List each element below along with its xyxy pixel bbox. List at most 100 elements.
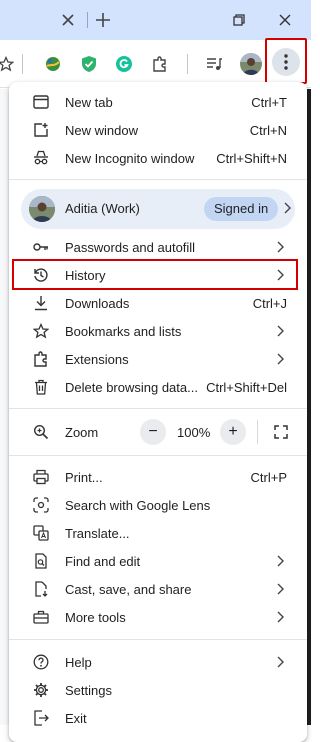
- chevron-right-icon: [275, 655, 285, 669]
- translate-icon: [33, 525, 49, 541]
- menu-item-incognito[interactable]: New Incognito window Ctrl+Shift+N: [9, 144, 307, 172]
- zoom-icon: [33, 424, 49, 440]
- menu-item-google-lens[interactable]: Search with Google Lens: [9, 491, 307, 519]
- zoom-value: 100%: [177, 425, 211, 440]
- puzzle-icon: [33, 351, 49, 367]
- menu-item-label: Extensions: [65, 351, 129, 367]
- grammarly-icon[interactable]: [110, 50, 138, 78]
- fullscreen-button[interactable]: [268, 419, 294, 445]
- gear-icon: [33, 682, 49, 698]
- menu-item-label: Passwords and autofill: [65, 239, 196, 255]
- zoom-out-button[interactable]: −: [140, 419, 166, 445]
- shortcut: Ctrl+Shift+N: [216, 150, 287, 166]
- cast-save-icon: [33, 581, 49, 597]
- toolbox-icon: [33, 609, 49, 625]
- toolbar-divider: [187, 54, 188, 74]
- menu-item-more-tools[interactable]: More tools: [9, 603, 307, 631]
- menu-item-delete-browsing-data[interactable]: Delete browsing data... Ctrl+Shift+Del: [9, 373, 307, 401]
- fullscreen-icon: [274, 425, 288, 439]
- menu-item-cast-save-share[interactable]: Cast, save, and share: [9, 575, 307, 603]
- chevron-right-icon: [275, 240, 285, 254]
- menu-item-label: Settings: [65, 682, 112, 698]
- menu-item-label: Downloads: [65, 295, 130, 311]
- trash-icon: [33, 379, 49, 395]
- menu-item-settings[interactable]: Settings: [9, 676, 307, 704]
- menu-divider: [9, 639, 307, 640]
- chrome-main-menu: New tab Ctrl+T New window Ctrl+N New Inc…: [9, 82, 307, 742]
- menu-item-label: New window: [65, 122, 138, 138]
- shortcut: Ctrl+J: [252, 295, 287, 311]
- bookmark-star-icon[interactable]: [0, 50, 20, 78]
- chevron-right-icon: [275, 582, 285, 596]
- incognito-icon: [33, 150, 49, 166]
- menu-item-passwords[interactable]: Passwords and autofill: [9, 233, 307, 261]
- menu-item-label: New Incognito window: [65, 150, 195, 166]
- menu-divider: [9, 455, 307, 456]
- more-menu-icon[interactable]: [272, 48, 300, 76]
- profile-avatar[interactable]: [237, 50, 265, 78]
- menu-item-bookmarks[interactable]: Bookmarks and lists: [9, 317, 307, 345]
- help-icon: [33, 654, 49, 670]
- restore-icon[interactable]: [222, 4, 256, 36]
- profile-row[interactable]: Aditia (Work) Signed in: [21, 189, 295, 229]
- new-tab-icon: [33, 94, 49, 110]
- menu-item-extensions[interactable]: Extensions: [9, 345, 307, 373]
- chevron-right-icon: [275, 324, 285, 338]
- star-icon: [33, 323, 49, 339]
- avatar: [29, 196, 55, 222]
- menu-item-label: Find and edit: [65, 553, 141, 569]
- close-tab-icon[interactable]: [51, 4, 85, 36]
- menu-item-exit[interactable]: Exit: [9, 704, 307, 732]
- menu-item-label: More tools: [65, 609, 126, 625]
- chevron-right-icon: [275, 352, 285, 366]
- menu-item-new-window[interactable]: New window Ctrl+N: [9, 116, 307, 144]
- media-queue-icon[interactable]: [200, 50, 228, 78]
- find-edit-icon: [33, 553, 49, 569]
- menu-item-label: Print...: [65, 469, 103, 485]
- key-icon: [33, 239, 49, 255]
- download-icon: [33, 295, 49, 311]
- menu-divider: [9, 179, 307, 180]
- shortcut: Ctrl+P: [250, 469, 287, 485]
- menu-item-label: New tab: [65, 94, 113, 110]
- menu-item-help[interactable]: Help: [9, 648, 307, 676]
- shortcut: Ctrl+Shift+Del: [206, 379, 287, 395]
- close-window-icon[interactable]: [268, 4, 302, 36]
- zoom-divider: [257, 420, 258, 444]
- signed-in-badge: Signed in: [204, 197, 279, 221]
- printer-icon: [33, 469, 49, 485]
- plus-icon: +: [228, 423, 238, 440]
- chevron-right-icon: [275, 610, 285, 624]
- new-window-icon: [33, 122, 49, 138]
- zoom-label: Zoom: [65, 425, 99, 440]
- menu-item-label: Translate...: [65, 525, 130, 541]
- lens-icon: [33, 497, 49, 513]
- zoom-row: Zoom − 100% +: [9, 416, 307, 448]
- history-highlight: [12, 259, 298, 290]
- menu-item-label: Delete browsing data...: [65, 379, 198, 395]
- profile-name: Aditia (Work): [65, 201, 140, 216]
- menu-item-label: Help: [65, 654, 92, 670]
- title-bar: [0, 0, 311, 40]
- menu-item-print[interactable]: Print... Ctrl+P: [9, 463, 307, 491]
- menu-item-downloads[interactable]: Downloads Ctrl+J: [9, 289, 307, 317]
- menu-item-find-edit[interactable]: Find and edit: [9, 547, 307, 575]
- toolbar-divider: [22, 54, 23, 74]
- exit-icon: [33, 710, 49, 726]
- zoom-in-button[interactable]: +: [220, 419, 246, 445]
- shortcut: Ctrl+N: [249, 122, 287, 138]
- extension-globe-icon[interactable]: [39, 50, 67, 78]
- chevron-right-icon: [275, 554, 285, 568]
- shortcut: Ctrl+T: [251, 94, 287, 110]
- menu-divider: [9, 408, 307, 409]
- shield-extension-icon[interactable]: [75, 50, 103, 78]
- minus-icon: −: [148, 423, 158, 440]
- new-tab-icon[interactable]: [86, 4, 120, 36]
- menu-item-new-tab[interactable]: New tab Ctrl+T: [9, 88, 307, 116]
- menu-item-translate[interactable]: Translate...: [9, 519, 307, 547]
- menu-item-label: Search with Google Lens: [65, 497, 211, 513]
- menu-item-label: Cast, save, and share: [65, 581, 192, 597]
- chevron-right-icon: [283, 202, 291, 214]
- extensions-puzzle-icon[interactable]: [146, 50, 174, 78]
- menu-item-label: Bookmarks and lists: [65, 323, 182, 339]
